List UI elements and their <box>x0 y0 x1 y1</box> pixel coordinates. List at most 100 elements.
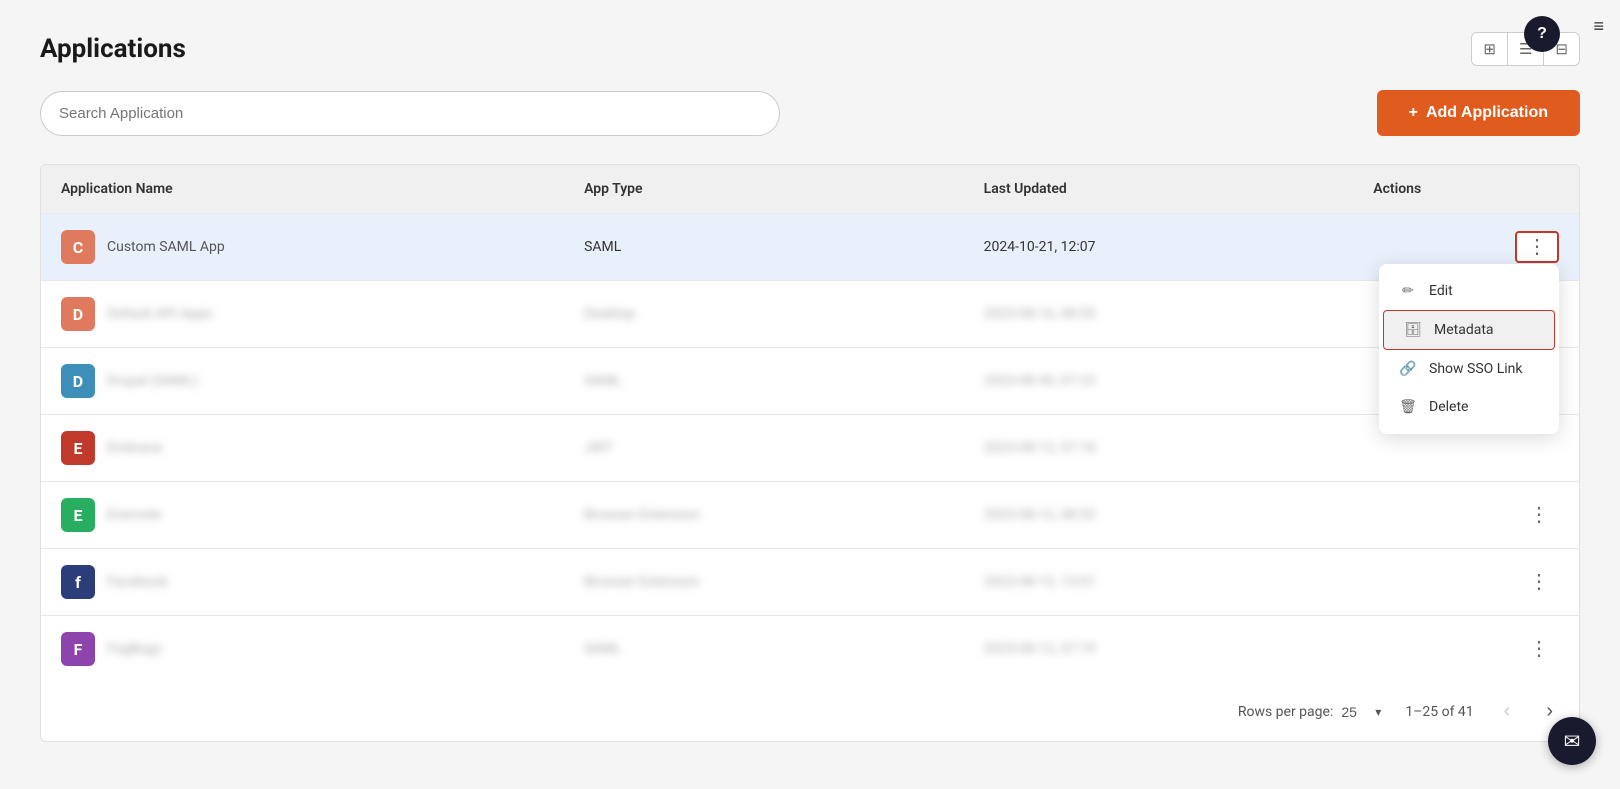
app-name-text: Facebook <box>107 574 168 590</box>
actions-menu-button[interactable]: ⋮ <box>1515 231 1559 263</box>
dropdown-item-metadata[interactable]: 🗄 Metadata <box>1383 310 1555 350</box>
last-updated-value: 2023-08-12, 15:01 <box>984 574 1096 590</box>
actions-cell: ⋮✏Edit🗄Metadata🔗Show SSO Link🗑Delete <box>1353 214 1579 281</box>
table-row: D Default API Apps Desktop 2023-08-16, 08:5… <box>41 281 1579 348</box>
app-type-value: SAML <box>584 239 621 255</box>
app-type-value: Browser Extension <box>584 507 700 523</box>
col-header-type: App Type <box>564 165 964 214</box>
app-icon: C <box>61 230 95 264</box>
col-header-actions: Actions <box>1353 165 1579 214</box>
hamburger-button[interactable]: ≡ <box>1593 16 1604 37</box>
app-type-cell: JWT <box>564 415 964 482</box>
app-name-cell: f Facebook <box>41 549 564 616</box>
app-type-value: SAML <box>584 641 621 657</box>
help-icon: ? <box>1537 25 1547 43</box>
app-type-value: SAML <box>584 373 621 389</box>
view-toggle-grid1[interactable]: ⊞ <box>1472 33 1508 65</box>
actions-cell: ⋮ <box>1353 482 1579 549</box>
last-updated-cell: 2023-08-12, 15:01 <box>964 549 1354 616</box>
prev-page-button[interactable]: ‹ <box>1498 698 1517 725</box>
edit-icon: ✏ <box>1399 283 1417 299</box>
page-info: 1–25 of 41 <box>1405 704 1473 720</box>
table-header-row: Application Name App Type Last Updated A… <box>41 165 1579 214</box>
applications-table: Application Name App Type Last Updated A… <box>40 164 1580 742</box>
app-name-cell: F FogBugz <box>41 616 564 683</box>
rows-per-page-label: Rows per page: <box>1238 704 1333 720</box>
app-type-cell: Browser Extension <box>564 549 964 616</box>
metadata-icon: 🗄 <box>1404 322 1422 338</box>
last-updated-cell: 2024-10-21, 12:07 <box>964 214 1354 281</box>
app-type-cell: SAML <box>564 616 964 683</box>
last-updated-cell: 2023-08-12, 07:18 <box>964 415 1354 482</box>
app-name-text: Embrace <box>107 440 162 456</box>
dropdown-item-label-edit: Edit <box>1429 283 1453 299</box>
last-updated-cell: 2023-08-12, 08:53 <box>964 482 1354 549</box>
add-application-button[interactable]: + Add Application <box>1377 90 1580 136</box>
search-input[interactable] <box>40 91 780 136</box>
app-icon: D <box>61 364 95 398</box>
app-type-cell: Browser Extension <box>564 482 964 549</box>
show-sso-link-icon: 🔗 <box>1399 361 1417 377</box>
app-icon: E <box>61 431 95 465</box>
hamburger-icon: ≡ <box>1593 16 1604 36</box>
app-name-cell: D Drupal (SAML) <box>41 348 564 415</box>
last-updated-value: 2023-08-30, 07:23 <box>984 373 1096 389</box>
app-name-cell: E Embrace <box>41 415 564 482</box>
last-updated-value: 2024-10-21, 12:07 <box>984 239 1096 255</box>
actions-cell: ⋮ <box>1353 616 1579 683</box>
app-icon: E <box>61 498 95 532</box>
table-row: E Embrace JWT 2023-08-12, 07:18 <box>41 415 1579 482</box>
help-button[interactable]: ? <box>1524 16 1560 52</box>
page-title: Applications <box>40 34 186 64</box>
app-icon: f <box>61 565 95 599</box>
app-type-value: Desktop <box>584 306 635 322</box>
app-type-value: JWT <box>584 440 613 456</box>
header-row: Applications ⊞ ☰ ⊟ <box>40 32 1580 66</box>
add-application-label: Add Application <box>1426 104 1548 122</box>
actions-dropdown-menu: ✏ Edit 🗄 Metadata 🔗 Show SSO Link 🗑 Delete <box>1379 264 1559 434</box>
actions-menu-button[interactable]: ⋮ <box>1519 635 1559 663</box>
dropdown-item-label-show-sso-link: Show SSO Link <box>1429 361 1523 377</box>
app-name-text: Custom SAML App <box>107 239 225 255</box>
app-type-value: Browser Extension <box>584 574 700 590</box>
table-row: F FogBugz SAML 2023-08-12, 07:19 ⋮ <box>41 616 1579 683</box>
last-updated-cell: 2023-08-16, 08:55 <box>964 281 1354 348</box>
last-updated-cell: 2023-08-30, 07:23 <box>964 348 1354 415</box>
actions-menu-button[interactable]: ⋮ <box>1519 568 1559 596</box>
app-type-cell: SAML <box>564 348 964 415</box>
app-name-text: Drupal (SAML) <box>107 373 198 389</box>
pagination-row: Rows per page: 25 50 100 1–25 of 41 ‹ › <box>41 682 1579 741</box>
app-name-text: FogBugz <box>107 641 162 657</box>
app-icon: D <box>61 297 95 331</box>
actions-cell: ⋮ <box>1353 549 1579 616</box>
delete-icon: 🗑 <box>1399 399 1417 415</box>
last-updated-cell: 2023-08-12, 07:19 <box>964 616 1354 683</box>
app-type-cell: SAML <box>564 214 964 281</box>
dropdown-item-delete[interactable]: 🗑 Delete <box>1379 388 1559 426</box>
table-row: f Facebook Browser Extension 2023-08-12, 15… <box>41 549 1579 616</box>
chat-icon: ✉ <box>1564 729 1581 754</box>
actions-menu-button[interactable]: ⋮ <box>1519 501 1559 529</box>
app-name-cell: C Custom SAML App <box>41 214 564 281</box>
app-name-cell: D Default API Apps <box>41 281 564 348</box>
add-icon: + <box>1409 104 1418 122</box>
rows-per-page-select[interactable]: 25 50 100 <box>1341 704 1381 720</box>
dropdown-item-show-sso-link[interactable]: 🔗 Show SSO Link <box>1379 350 1559 388</box>
app-type-cell: Desktop <box>564 281 964 348</box>
dropdown-item-label-delete: Delete <box>1429 399 1468 415</box>
dropdown-item-edit[interactable]: ✏ Edit <box>1379 272 1559 310</box>
next-page-button[interactable]: › <box>1540 698 1559 725</box>
last-updated-value: 2023-08-12, 08:53 <box>984 507 1096 523</box>
dropdown-item-label-metadata: Metadata <box>1434 322 1494 338</box>
app-name-text: Default API Apps <box>107 306 213 322</box>
last-updated-value: 2023-08-16, 08:55 <box>984 306 1096 322</box>
app-name-cell: EEvernote <box>41 482 564 549</box>
rows-select-wrapper: 25 50 100 <box>1341 704 1381 720</box>
col-header-name: Application Name <box>41 165 564 214</box>
last-updated-value: 2023-08-12, 07:19 <box>984 641 1096 657</box>
col-header-updated: Last Updated <box>964 165 1354 214</box>
app-icon: F <box>61 632 95 666</box>
search-row: + Add Application <box>40 90 1580 136</box>
table-row: EEvernote Browser Extension 2023-08-12, 08… <box>41 482 1579 549</box>
chat-bubble-button[interactable]: ✉ <box>1548 717 1596 765</box>
